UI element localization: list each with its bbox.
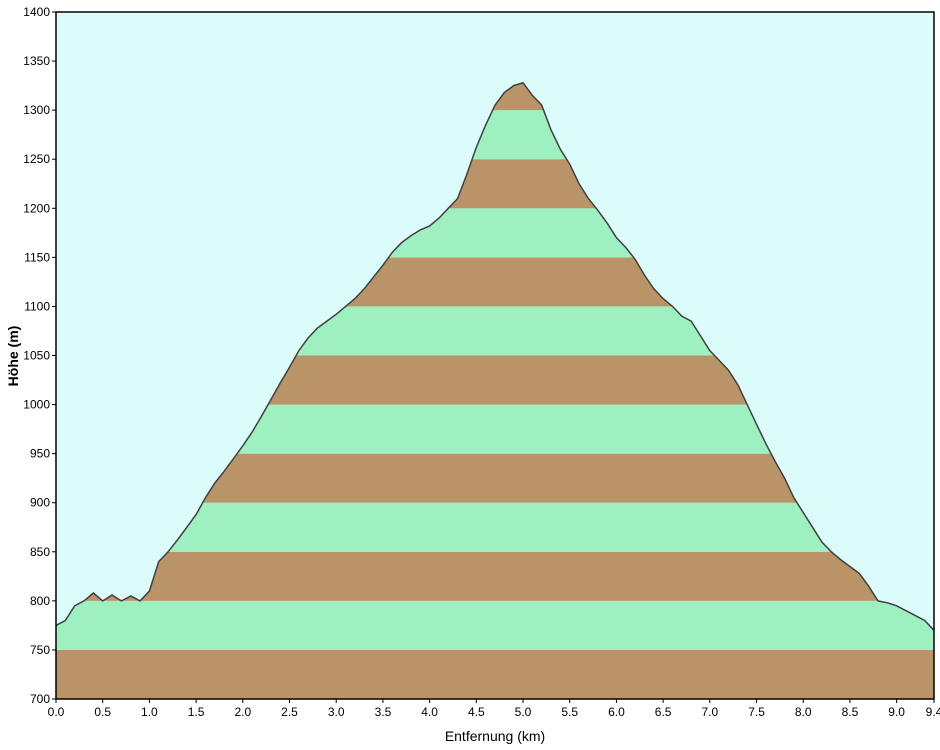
elevation-band (56, 649, 934, 699)
x-tick-label: 1.0 (141, 705, 158, 719)
y-tick-label: 1050 (23, 349, 50, 363)
x-tick-label: 0.5 (94, 705, 111, 719)
x-tick-label: 5.0 (515, 705, 532, 719)
x-tick-label: 7.5 (748, 705, 765, 719)
y-tick-label: 1100 (24, 299, 50, 313)
y-tick-label: 1150 (24, 250, 50, 264)
x-tick-label: 9.0 (888, 705, 905, 719)
x-tick-label: 7.0 (701, 705, 718, 719)
y-tick-label: 1400 (23, 5, 50, 19)
y-tick-label: 1000 (23, 398, 50, 412)
y-tick-label: 900 (30, 496, 50, 510)
x-tick-label: 6.5 (655, 705, 672, 719)
elevation-profile-chart: 700 750 800 850 900 950 1000 1050 1100 1150 1200 12… (5, 5, 940, 744)
x-tick-label: 5.5 (561, 705, 578, 719)
y-tick-label: 950 (30, 447, 50, 461)
x-tick-label: 3.5 (375, 705, 392, 719)
x-tick-label: 4.0 (421, 705, 438, 719)
y-axis-ticks: 700 750 800 850 900 950 1000 1050 1100 1150 1200 12… (23, 5, 56, 706)
x-tick-label: 0.0 (48, 705, 65, 719)
y-tick-label: 1300 (23, 103, 50, 117)
x-axis-ticks: 0.0 0.5 1.0 1.5 2.0 2.5 3.0 3.5 4.0 4.5 5.0 5.5 6.0 6… (48, 699, 940, 719)
x-tick-label: 6.0 (608, 705, 625, 719)
y-axis-title: Höhe (m) (5, 326, 21, 387)
x-tick-label: 2.5 (281, 705, 298, 719)
y-tick-label: 1250 (23, 152, 50, 166)
y-tick-label: 800 (30, 594, 50, 608)
x-tick-label: 8.0 (795, 705, 812, 719)
y-tick-label: 1200 (23, 201, 50, 215)
x-tick-label: 1.5 (188, 705, 205, 719)
y-tick-label: 1350 (23, 54, 50, 68)
x-tick-label: 8.5 (842, 705, 859, 719)
y-tick-label: 750 (30, 643, 50, 657)
x-axis-title: Entfernung (km) (445, 728, 545, 744)
y-tick-label: 850 (30, 545, 50, 559)
x-tick-label: 3.0 (328, 705, 345, 719)
x-tick-label: 2.0 (234, 705, 251, 719)
elevation-band (56, 600, 934, 650)
x-tick-label: 4.5 (468, 705, 485, 719)
elevation-band (56, 551, 934, 601)
x-tick-label: 9.4 (926, 705, 940, 719)
y-tick-label: 700 (30, 692, 50, 706)
